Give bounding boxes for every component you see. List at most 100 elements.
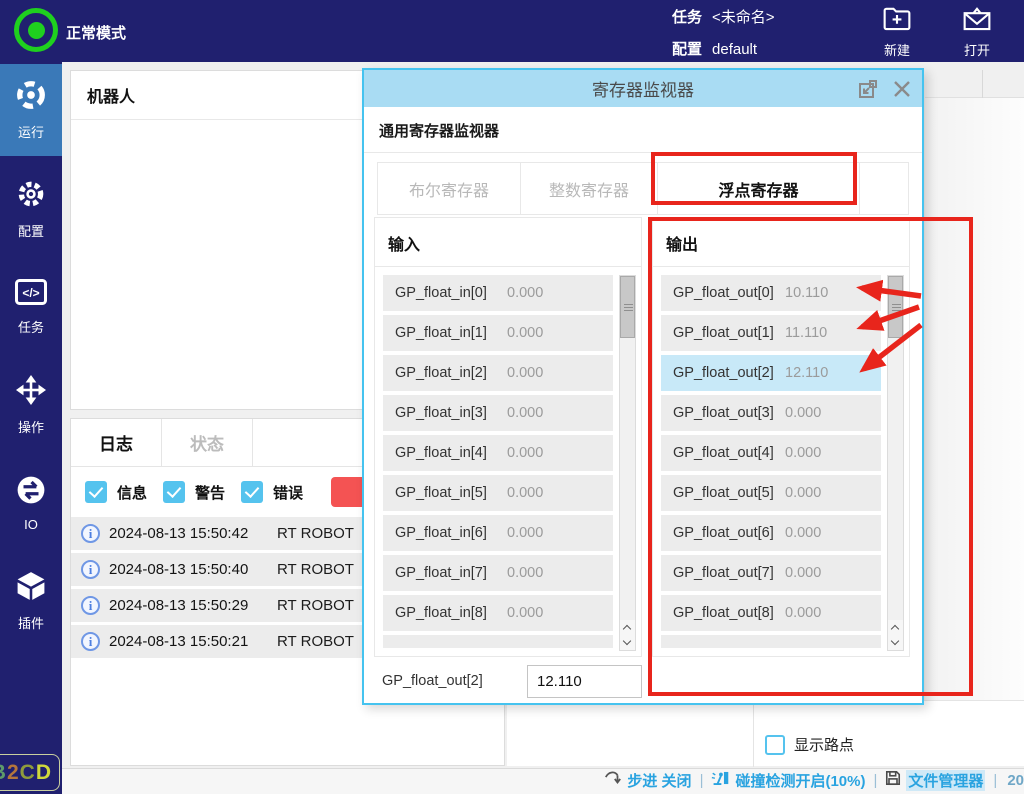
register-value: 0.000 (785, 525, 821, 541)
sidebar-item-label: 配置 (18, 221, 44, 240)
b2cd-logo: B 2 C D (0, 754, 60, 791)
register-value: 12.110 (785, 365, 828, 381)
config-indicator: 配置default (672, 38, 757, 59)
input-scrollbar[interactable] (619, 275, 636, 651)
scroll-down-button[interactable] (620, 635, 635, 650)
right-panel-sliver (925, 70, 1024, 766)
register-value: 0.000 (785, 445, 821, 461)
collision-detection-toggle[interactable]: 碰撞检测开启(10%) (711, 769, 865, 791)
register-row[interactable]: GP_float_out[4]0.000 (661, 435, 881, 471)
register-name: GP_float_in[6] (395, 525, 507, 541)
register-row[interactable]: GP_float_out[6]0.000 (661, 515, 881, 551)
register-name: GP_float_in[3] (395, 405, 507, 421)
register-value: 0.000 (507, 565, 543, 581)
register-row[interactable]: GP_float_out[1]11.110 (661, 315, 881, 351)
output-register-list: GP_float_out[0]10.110 GP_float_out[1]11.… (653, 267, 909, 658)
restore-window-icon[interactable] (856, 77, 880, 101)
register-row-partial (661, 635, 881, 648)
register-row[interactable]: GP_float_in[5]0.000 (383, 475, 613, 511)
error-checkbox[interactable] (241, 481, 263, 503)
sidebar-item-task[interactable]: </> 任务 (0, 261, 62, 353)
register-row[interactable]: GP_float_in[2]0.000 (383, 355, 613, 391)
info-checkbox[interactable] (85, 481, 107, 503)
register-value-input[interactable] (527, 665, 642, 698)
new-button-label: 新建 (884, 40, 910, 59)
tab-int-register[interactable]: 整数寄存器 (521, 163, 658, 214)
register-row[interactable]: GP_float_in[3]0.000 (383, 395, 613, 431)
register-row[interactable]: GP_float_in[4]0.000 (383, 435, 613, 471)
scrollbar-thumb[interactable] (888, 276, 903, 338)
sidebar-item-label: 操作 (18, 417, 44, 436)
register-row[interactable]: GP_float_out[0]10.110 (661, 275, 881, 311)
status-bar: 步进 关闭 | 碰撞检测开启(10%) | 文件管理器 | (62, 768, 1024, 794)
sidebar-item-io[interactable]: IO (0, 457, 62, 549)
register-value: 0.000 (507, 485, 543, 501)
register-tab-bar: 布尔寄存器 整数寄存器 浮点寄存器 (377, 162, 909, 215)
sidebar-item-config[interactable]: 配置 (0, 163, 62, 255)
statusbar-clipped-text: 20 (1007, 772, 1024, 789)
register-value: 0.000 (507, 365, 543, 381)
io-swap-icon (16, 475, 46, 510)
info-icon: i (81, 596, 100, 615)
register-value: 0.000 (507, 445, 543, 461)
tab-float-register[interactable]: 浮点寄存器 (658, 163, 860, 214)
tab-log[interactable]: 日志 (71, 419, 162, 466)
register-row[interactable]: GP_float_in[1]0.000 (383, 315, 613, 351)
log-source: RT ROBOT (277, 633, 363, 650)
show-waypoints-row: 显示路点 (765, 734, 854, 755)
statusbar-separator: | (873, 772, 877, 789)
bottom-panels: 显示路点 (507, 700, 1024, 766)
dialog-title: 寄存器监视器 (364, 76, 922, 101)
code-icon: </> (15, 279, 47, 310)
register-row[interactable]: GP_float_out[3]0.000 (661, 395, 881, 431)
show-waypoints-checkbox[interactable] (765, 735, 785, 755)
file-manager-label: 文件管理器 (906, 770, 985, 791)
step-toggle[interactable]: 步进 关闭 (604, 769, 691, 791)
tab-status[interactable]: 状态 (162, 419, 253, 466)
scroll-up-button[interactable] (888, 620, 903, 635)
close-icon[interactable] (890, 77, 914, 101)
file-manager-button[interactable]: 文件管理器 (885, 770, 985, 791)
scroll-down-button[interactable] (888, 635, 903, 650)
sidebar-item-label: 任务 (18, 317, 44, 336)
open-button[interactable]: 打开 (946, 4, 1008, 60)
register-name: GP_float_out[7] (673, 565, 785, 581)
register-row-selected[interactable]: GP_float_out[2]12.110 (661, 355, 881, 391)
output-scrollbar[interactable] (887, 275, 904, 651)
new-button[interactable]: 新建 (866, 4, 928, 60)
register-row[interactable]: GP_float_out[5]0.000 (661, 475, 881, 511)
sidebar-item-run[interactable]: 运行 (0, 64, 62, 156)
register-row[interactable]: GP_float_in[6]0.000 (383, 515, 613, 551)
sidebar: 运行 配置 </> 任务 操作 (0, 62, 62, 794)
log-source: RT ROBOT (277, 525, 363, 542)
scrollbar-thumb[interactable] (620, 276, 635, 338)
sidebar-item-plugin[interactable]: 插件 (0, 555, 62, 647)
sidebar-item-label: 运行 (18, 122, 44, 141)
log-source: RT ROBOT (277, 597, 363, 614)
step-label: 步进 关闭 (627, 770, 691, 791)
register-row[interactable]: GP_float_out[8]0.000 (661, 595, 881, 631)
dialog-subtitle: 通用寄存器监视器 (364, 107, 922, 153)
register-name: GP_float_in[8] (395, 605, 507, 621)
register-value: 0.000 (785, 605, 821, 621)
error-checkbox-label: 错误 (273, 482, 303, 503)
dialog-header: 寄存器监视器 (364, 70, 922, 107)
register-value: 0.000 (785, 565, 821, 581)
register-name: GP_float_in[2] (395, 365, 507, 381)
task-label: 任务 (672, 9, 702, 26)
register-row[interactable]: GP_float_in[8]0.000 (383, 595, 613, 631)
sidebar-item-operate[interactable]: 操作 (0, 359, 62, 451)
register-monitor-dialog: 寄存器监视器 通用寄存器监视器 布尔寄存器 整数寄存器 (362, 68, 924, 705)
register-row[interactable]: GP_float_out[7]0.000 (661, 555, 881, 591)
register-name: GP_float_in[5] (395, 485, 507, 501)
register-value: 0.000 (507, 405, 543, 421)
register-value: 0.000 (507, 525, 543, 541)
task-indicator: 任务<未命名> (672, 6, 775, 27)
tab-bool-register[interactable]: 布尔寄存器 (378, 163, 521, 214)
register-row[interactable]: GP_float_in[0]0.000 (383, 275, 613, 311)
warning-checkbox[interactable] (163, 481, 185, 503)
register-value: 0.000 (785, 485, 821, 501)
scroll-up-button[interactable] (620, 620, 635, 635)
register-row[interactable]: GP_float_in[7]0.000 (383, 555, 613, 591)
log-time: 2024-08-13 15:50:40 (109, 561, 277, 578)
